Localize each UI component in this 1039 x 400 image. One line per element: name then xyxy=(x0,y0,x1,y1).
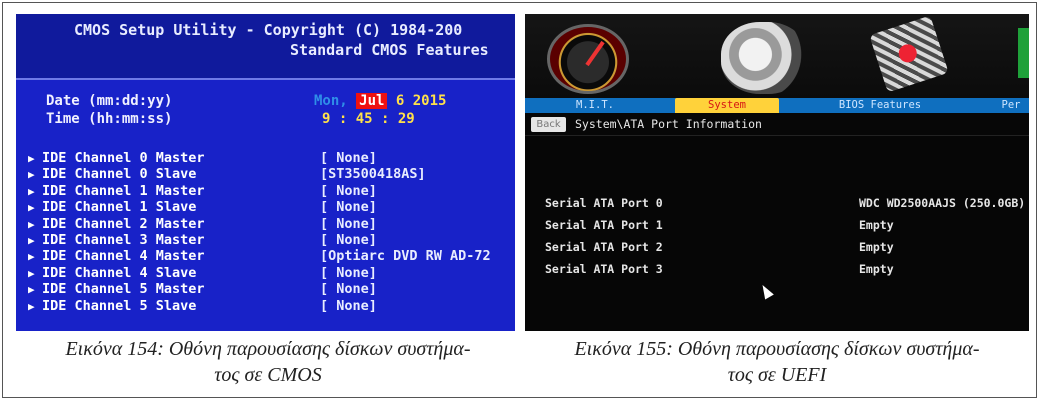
ide-channel-item[interactable]: ▶ IDE Channel 0 Slave xyxy=(28,166,196,182)
caption-cmos: Εικόνα 154: Οθόνη παρουσίασης δίσκων συσ… xyxy=(10,336,526,388)
cmos-subtitle: Standard CMOS Features xyxy=(290,41,489,59)
date-label: Date (mm:dd:yy) xyxy=(46,93,173,109)
date-month-selected[interactable]: Jul xyxy=(356,93,388,109)
green-panel-icon[interactable] xyxy=(1018,28,1029,78)
tab-mit[interactable]: M.I.T. xyxy=(545,98,645,113)
cmos-screen: CMOS Setup Utility - Copyright (C) 1984-… xyxy=(16,14,515,331)
ide-channel-value[interactable]: [ None] xyxy=(320,265,377,281)
ide-channel-value[interactable]: [ None] xyxy=(320,298,377,314)
ide-channel-label: IDE Channel 4 Slave xyxy=(42,264,197,281)
ide-channel-item[interactable]: ▶ IDE Channel 4 Master xyxy=(28,248,205,264)
submenu-arrow-icon: ▶ xyxy=(28,234,35,247)
ide-channel-label: IDE Channel 3 Master xyxy=(42,232,205,248)
sata-port-1-label[interactable]: Serial ATA Port 1 xyxy=(545,218,663,232)
cmos-title: CMOS Setup Utility - Copyright (C) 1984-… xyxy=(74,21,463,39)
time-label: Time (hh:mm:ss) xyxy=(46,111,173,127)
sata-port-0-value: WDC WD2500AAJS (250.0GB) xyxy=(859,196,1026,210)
ide-channel-item[interactable]: ▶ IDE Channel 4 Slave xyxy=(28,265,196,281)
caption-cmos-line1: Εικόνα 154: Οθόνη παρουσίασης δίσκων συσ… xyxy=(65,338,471,360)
submenu-arrow-icon: ▶ xyxy=(28,201,35,215)
sata-port-3-value: Empty xyxy=(859,262,894,276)
tab-peripherals[interactable]: Per xyxy=(991,98,1029,113)
date-weekday: Mon, xyxy=(314,93,348,109)
ide-channel-label: IDE Channel 4 Master xyxy=(42,248,205,265)
ide-channel-value[interactable]: [ None] xyxy=(320,199,377,215)
ide-channel-label: IDE Channel 1 Slave xyxy=(42,199,197,216)
sata-port-2-label[interactable]: Serial ATA Port 2 xyxy=(545,240,663,254)
ide-channel-item[interactable]: ▶ IDE Channel 1 Master xyxy=(28,183,205,199)
ide-channel-item[interactable]: ▶ IDE Channel 1 Slave xyxy=(28,199,196,215)
date-value[interactable]: Mon, Jul 6 2015 xyxy=(314,93,446,109)
submenu-arrow-icon: ▶ xyxy=(28,250,35,264)
breadcrumb-bar: Back System\ATA Port Information xyxy=(525,113,1029,136)
uefi-screen: M.I.T. System BIOS Features Per Back Sys… xyxy=(525,14,1029,331)
breadcrumb: System\ATA Port Information xyxy=(575,117,762,131)
time-value[interactable]: 9 : 45 : 29 xyxy=(322,111,415,127)
tab-bios-features[interactable]: BIOS Features xyxy=(825,98,935,113)
ide-channel-label: IDE Channel 5 Master xyxy=(42,281,205,298)
ide-channel-label: IDE Channel 5 Slave xyxy=(42,297,197,314)
uefi-icon-bar xyxy=(525,14,1029,98)
ide-channel-value[interactable]: [Optiarc DVD RW AD-72 xyxy=(320,248,491,264)
mouse-pointer-icon xyxy=(758,282,774,300)
ide-channel-value[interactable]: [ST3500418AS] xyxy=(320,166,426,182)
chip-icon[interactable] xyxy=(869,15,949,93)
back-button[interactable]: Back xyxy=(531,117,566,132)
gears-icon[interactable] xyxy=(721,22,807,94)
caption-uefi-line2: τος σε UEFI xyxy=(727,364,827,386)
submenu-arrow-icon: ▶ xyxy=(28,283,35,297)
ide-channel-item[interactable]: ▶ IDE Channel 2 Master xyxy=(28,216,205,232)
ide-channel-label: IDE Channel 0 Slave xyxy=(42,166,197,183)
submenu-arrow-icon: ▶ xyxy=(28,168,35,182)
ide-channel-value[interactable]: [ None] xyxy=(320,183,377,199)
submenu-arrow-icon: ▶ xyxy=(28,217,35,231)
caption-cmos-line2: τος σε CMOS xyxy=(214,364,322,386)
ide-channel-item[interactable]: ▶ IDE Channel 5 Slave xyxy=(28,298,196,314)
sata-port-2-value: Empty xyxy=(859,240,894,254)
ide-channel-label: IDE Channel 2 Master xyxy=(42,215,205,232)
date-day-year[interactable]: 6 2015 xyxy=(396,93,447,109)
tab-system[interactable]: System xyxy=(675,98,779,113)
submenu-arrow-icon: ▶ xyxy=(28,299,35,313)
submenu-arrow-icon: ▶ xyxy=(28,152,35,165)
sata-port-3-label[interactable]: Serial ATA Port 3 xyxy=(545,262,663,276)
ide-channel-value[interactable]: [ None] xyxy=(320,281,377,297)
sata-port-0-label[interactable]: Serial ATA Port 0 xyxy=(545,196,663,210)
ide-channel-item[interactable]: ▶ IDE Channel 0 Master xyxy=(28,150,205,166)
submenu-arrow-icon: ▶ xyxy=(28,184,35,198)
ide-channel-label: IDE Channel 0 Master xyxy=(42,150,205,166)
ide-channel-item[interactable]: ▶ IDE Channel 5 Master xyxy=(28,281,205,297)
cmos-header: CMOS Setup Utility - Copyright (C) 1984-… xyxy=(16,14,515,80)
ide-channel-value[interactable]: [ None] xyxy=(320,232,377,248)
sata-port-1-value: Empty xyxy=(859,218,894,232)
speedometer-icon[interactable] xyxy=(547,24,629,94)
ide-channel-label: IDE Channel 1 Master xyxy=(42,182,205,199)
ide-channel-value[interactable]: [ None] xyxy=(320,216,377,232)
uefi-tab-bar: M.I.T. System BIOS Features Per xyxy=(525,98,1029,113)
submenu-arrow-icon: ▶ xyxy=(28,266,35,280)
caption-uefi-line1: Εικόνα 155: Οθόνη παρουσίασης δίσκων συσ… xyxy=(574,338,980,360)
ide-channel-value[interactable]: [ None] xyxy=(320,150,377,166)
caption-uefi: Εικόνα 155: Οθόνη παρουσίασης δίσκων συσ… xyxy=(524,336,1030,388)
ide-channel-item[interactable]: ▶ IDE Channel 3 Master xyxy=(28,232,205,248)
